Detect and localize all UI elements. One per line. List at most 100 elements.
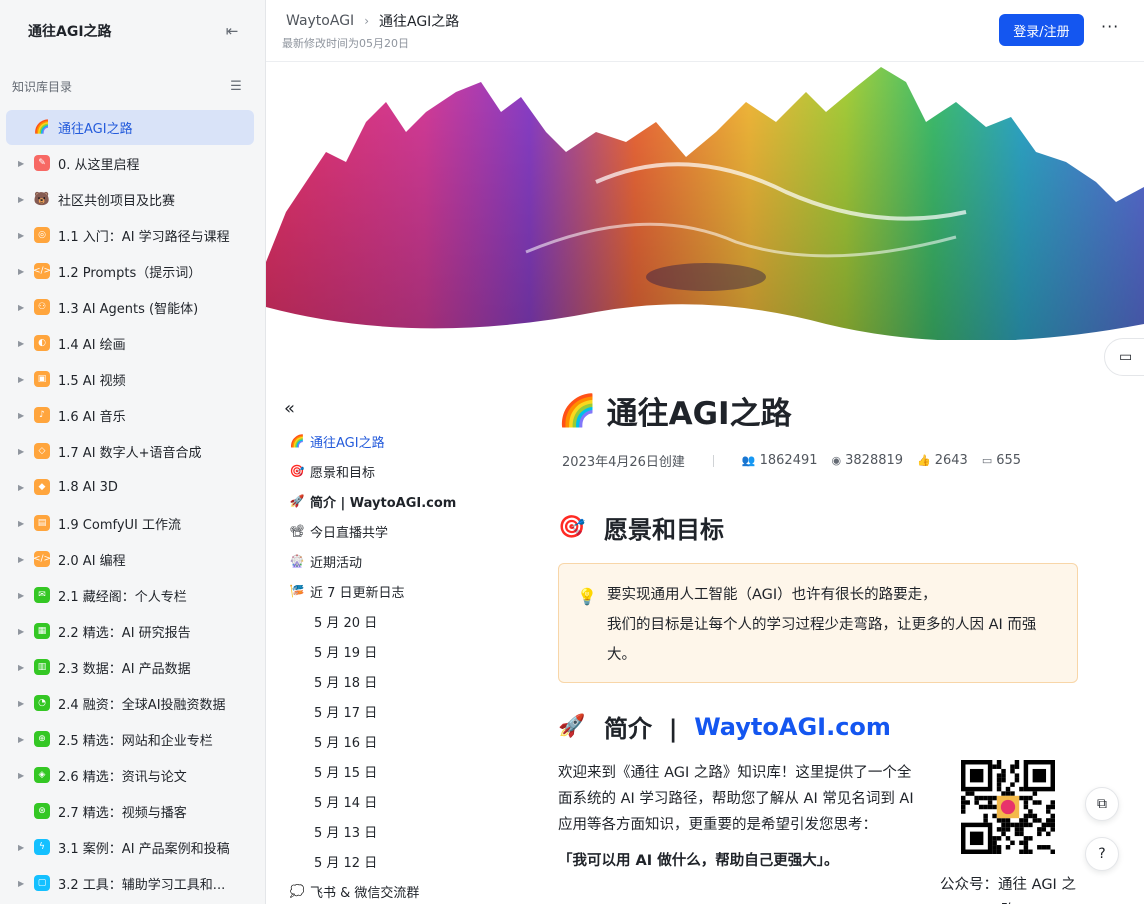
sidebar-item[interactable]: ▶ ◔ 2.4 融资：全球AI投融资数据: [0, 685, 265, 721]
sidebar-item[interactable]: ▶ ◐ 1.4 AI 绘画: [0, 325, 265, 361]
sidebar-item[interactable]: ⊛ 2.7 精选：视频与播客: [0, 793, 265, 829]
page-icon: ◇: [34, 443, 50, 459]
sidebar-item[interactable]: ▶ ✉ 2.1 藏经阁：个人专栏: [0, 577, 265, 613]
sidebar-item-label: 2.7 精选：视频与播客: [58, 805, 187, 821]
expand-arrow-icon[interactable]: ▶: [18, 735, 32, 744]
page-icon: </>: [33, 551, 51, 567]
toc-item[interactable]: 5 月 17 日: [284, 696, 544, 726]
toc-item[interactable]: 🌈 通往AGI之路: [284, 426, 544, 456]
qr-code-image: [961, 760, 1055, 854]
toc-item[interactable]: 🎏 近 7 日更新日志: [284, 576, 544, 606]
sidebar-item-label: 2.2 精选：AI 研究报告: [58, 625, 191, 641]
members-count[interactable]: 👥 1862491: [742, 453, 818, 468]
expand-arrow-icon[interactable]: ▶: [18, 447, 32, 456]
toc-item[interactable]: 5 月 20 日: [284, 606, 544, 636]
page-icon: ✉: [34, 587, 50, 603]
sidebar-item[interactable]: ▶ ◆ 1.8 AI 3D: [0, 469, 265, 505]
toc-item[interactable]: 5 月 15 日: [284, 756, 544, 786]
comment-panel-button[interactable]: ▭: [1104, 338, 1144, 376]
sidebar-item[interactable]: ▶ ▢ 3.2 工具：辅助学习工具和...: [0, 865, 265, 901]
sidebar-item[interactable]: ▶ </> 2.0 AI 编程: [0, 541, 265, 577]
page-icon: ▤: [34, 515, 50, 531]
sidebar-item-label: 通往AGI之路: [58, 122, 133, 137]
breadcrumb-current[interactable]: 通往AGI之路: [379, 11, 459, 31]
expand-arrow-icon[interactable]: ▶: [18, 375, 32, 384]
expand-arrow-icon[interactable]: ▶: [18, 411, 32, 420]
toc-item[interactable]: 🎡 近期活动: [284, 546, 544, 576]
sidebar-item[interactable]: ▶ ▤ 1.9 ComfyUI 工作流: [0, 505, 265, 541]
toc-item[interactable]: 💭 飞书 & 微信交流群: [284, 876, 544, 904]
sidebar-item[interactable]: ▶ </> 1.2 Prompts（提示词）: [0, 253, 265, 289]
likes-count-value: 2643: [934, 453, 968, 468]
expand-arrow-icon[interactable]: ▶: [18, 627, 32, 636]
sidebar-item[interactable]: ▶ ▦ 2.2 精选：AI 研究报告: [0, 613, 265, 649]
sidebar-item[interactable]: ▶ ◇ 1.7 AI 数字人+语音合成: [0, 433, 265, 469]
sidebar-item[interactable]: ▶ ⚇ 1.3 AI Agents (智能体): [0, 289, 265, 325]
sidebar-item-label: 2.6 精选：资讯与论文: [58, 769, 187, 785]
sidebar-section-label: 知识库目录: [12, 79, 73, 94]
likes-count[interactable]: 👍 2643: [917, 453, 968, 468]
expand-arrow-icon[interactable]: ▶: [18, 231, 32, 240]
eye-icon: ◉: [831, 454, 842, 467]
login-button[interactable]: 登录/注册: [999, 14, 1084, 46]
expand-arrow-icon[interactable]: ▶: [18, 195, 32, 204]
sidebar-item[interactable]: ▶ ✎ 0. 从这里启程: [0, 145, 265, 181]
toc-item[interactable]: 5 月 16 日: [284, 726, 544, 756]
qr-block: 公众号：通往 AGI 之路: [938, 760, 1078, 904]
copy-link-button[interactable]: ⧉: [1085, 787, 1119, 821]
sidebar-item[interactable]: 🌈 通往AGI之路: [6, 110, 254, 145]
expand-arrow-icon[interactable]: ▶: [18, 555, 32, 564]
intro-highlight: 「我可以用 AI 做什么，帮助自己更强大」。: [558, 853, 839, 869]
rocket-icon: 🚀: [558, 714, 586, 739]
toc-emoji-icon: 🎡: [289, 554, 305, 568]
collapse-sidebar-icon[interactable]: ⇤: [223, 22, 241, 40]
page-title-text: 通往AGI之路: [606, 395, 792, 432]
sidebar-item[interactable]: ▶ ▥ 2.3 数据：AI 产品数据: [0, 649, 265, 685]
collapse-toc-icon[interactable]: «: [284, 398, 544, 422]
sidebar-item[interactable]: ▶ ◎ 1.1 入门：AI 学习路径与课程: [0, 217, 265, 253]
list-view-icon[interactable]: ☰: [227, 79, 245, 94]
expand-arrow-icon[interactable]: ▶: [18, 303, 32, 312]
page-icon: ⊕: [34, 731, 50, 747]
toc-item-label: 近 7 日更新日志: [310, 585, 405, 601]
toc-item-label: 近期活动: [310, 555, 363, 571]
toc-item[interactable]: 5 月 18 日: [284, 666, 544, 696]
toc-item[interactable]: 🚀 简介 | WaytoAGI.com: [284, 486, 544, 516]
expand-arrow-icon[interactable]: ▶: [18, 267, 32, 276]
expand-arrow-icon[interactable]: ▶: [18, 519, 32, 528]
expand-arrow-icon[interactable]: ▶: [18, 591, 32, 600]
expand-arrow-icon[interactable]: ▶: [18, 663, 32, 672]
breadcrumb-root[interactable]: WaytoAGI: [286, 13, 354, 29]
toc-item[interactable]: 5 月 12 日: [284, 846, 544, 876]
page-icon: ◎: [34, 227, 50, 243]
expand-arrow-icon[interactable]: ▶: [18, 339, 32, 348]
toc-item[interactable]: 5 月 14 日: [284, 786, 544, 816]
expand-arrow-icon[interactable]: ▶: [18, 771, 32, 780]
expand-arrow-icon[interactable]: ▶: [18, 879, 32, 888]
comments-count[interactable]: ▭ 655: [982, 453, 1021, 468]
sidebar-item[interactable]: ▶ ⊕ 2.5 精选：网站和企业专栏: [0, 721, 265, 757]
toc-item[interactable]: 🎯 愿景和目标: [284, 456, 544, 486]
toc-emoji-icon: 💭: [289, 884, 305, 898]
more-options-icon[interactable]: ···: [1101, 17, 1119, 36]
expand-arrow-icon[interactable]: ▶: [18, 843, 32, 852]
sidebar-item-label: 0. 从这里启程: [58, 157, 140, 173]
sidebar-item[interactable]: ▶ ♪ 1.6 AI 音乐: [0, 397, 265, 433]
toc-item[interactable]: 5 月 13 日: [284, 816, 544, 846]
toc-emoji-icon: 🎯: [289, 464, 305, 478]
help-button[interactable]: ?: [1085, 837, 1119, 871]
expand-arrow-icon[interactable]: ▶: [18, 483, 32, 492]
page-icon: ◔: [34, 695, 50, 711]
sidebar-item[interactable]: ▶ 🐻 社区共创项目及比赛: [0, 181, 265, 217]
sidebar-title[interactable]: 通往AGI之路: [28, 21, 112, 41]
toc-item[interactable]: 📽 今日直播共学: [284, 516, 544, 546]
sidebar-item[interactable]: ▶ ◈ 2.6 精选：资讯与论文: [0, 757, 265, 793]
thumbs-up-icon: 👍: [917, 454, 931, 467]
sidebar-item[interactable]: ▶ ϟ 3.1 案例：AI 产品案例和投稿: [0, 829, 265, 865]
toc-item[interactable]: 5 月 19 日: [284, 636, 544, 666]
views-count[interactable]: ◉ 3828819: [832, 453, 904, 468]
expand-arrow-icon[interactable]: ▶: [18, 159, 32, 168]
waytoagi-link[interactable]: WaytoAGI.com: [694, 713, 891, 741]
expand-arrow-icon[interactable]: ▶: [18, 699, 32, 708]
sidebar-item[interactable]: ▶ ▣ 1.5 AI 视频: [0, 361, 265, 397]
